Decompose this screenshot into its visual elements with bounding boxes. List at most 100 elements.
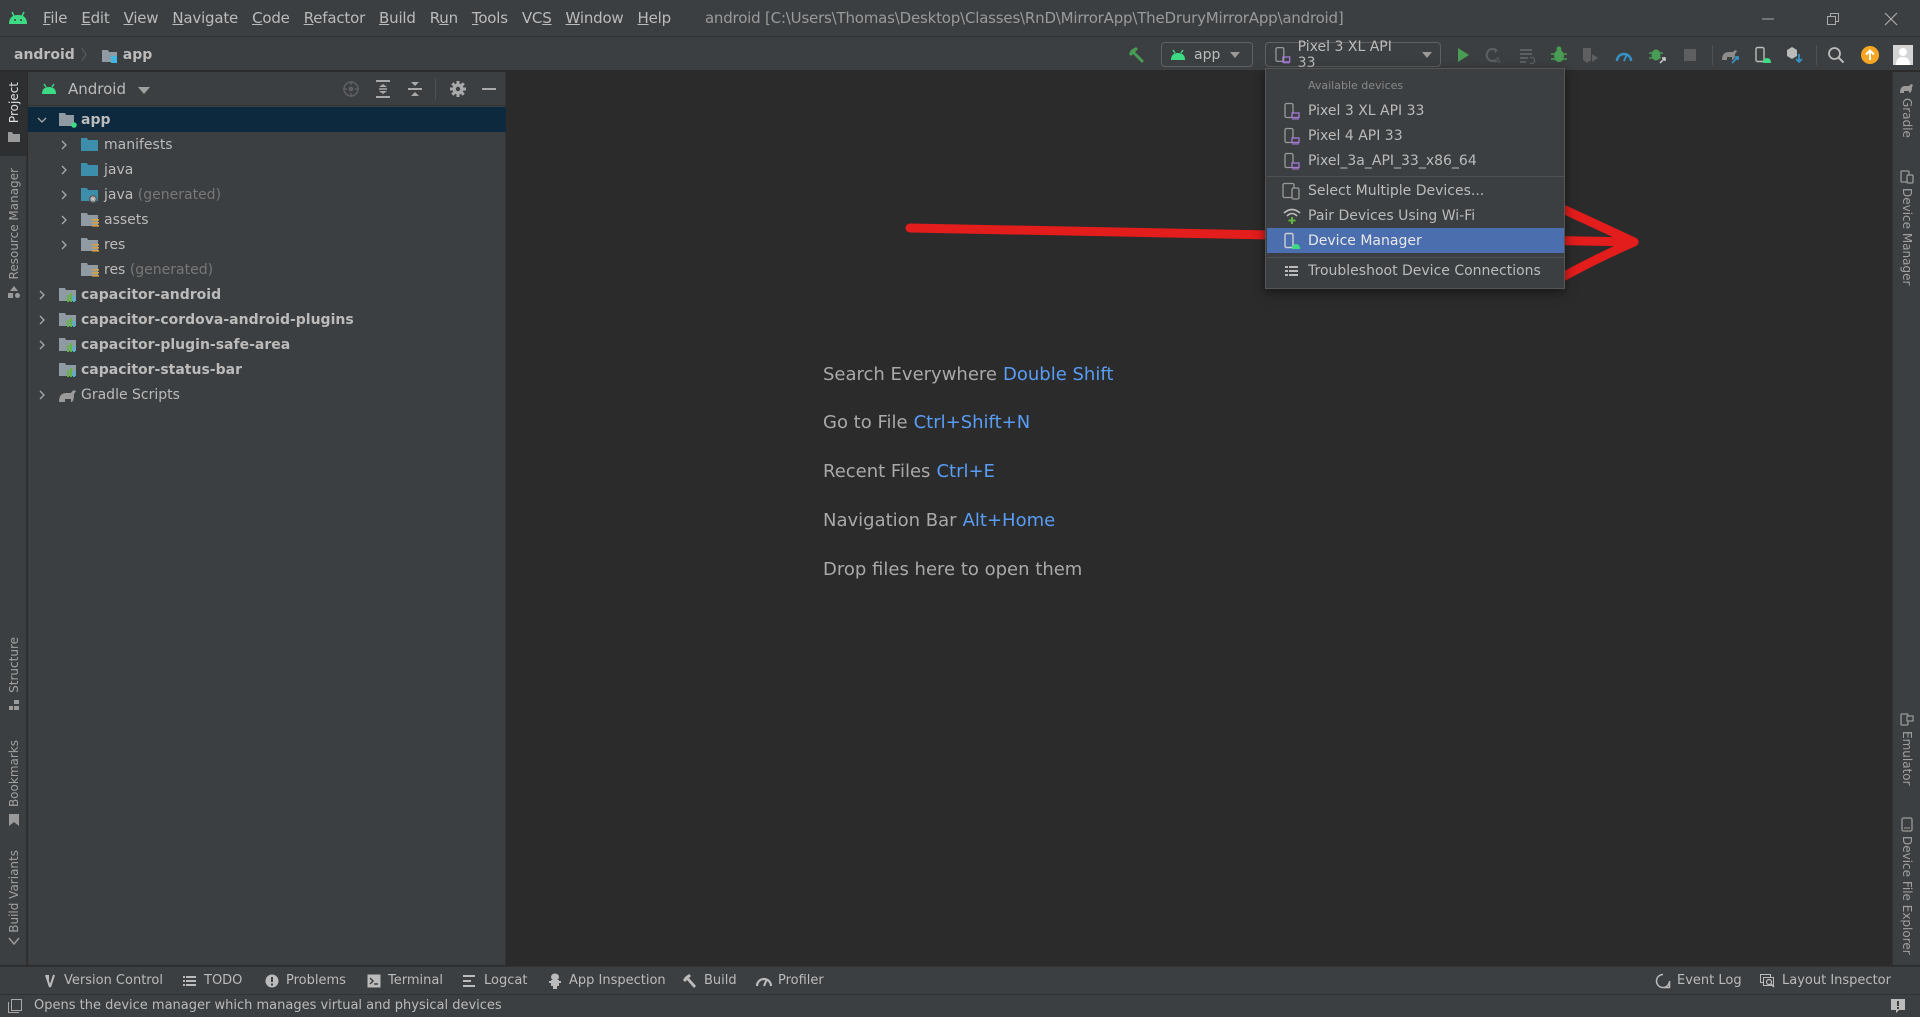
tool-tab-resource-manager[interactable]: Resource Manager: [0, 168, 27, 378]
chevron-right-icon[interactable]: [58, 139, 70, 151]
tree-node-assets[interactable]: assets: [28, 207, 506, 232]
device-option-pixel-3-xl-api-33[interactable]: Pixel 3 XL API 33: [1266, 98, 1564, 123]
chevron-right-icon[interactable]: [58, 189, 70, 201]
tree-node-capacitor-status-bar[interactable]: capacitor-status-bar: [28, 357, 506, 382]
attach-debugger-button[interactable]: [1647, 45, 1667, 65]
menu-run[interactable]: Run: [430, 9, 458, 27]
tool-button-terminal[interactable]: Terminal: [366, 973, 443, 988]
pair-devices-wifi-item[interactable]: Pair Devices Using Wi-Fi: [1266, 203, 1564, 228]
tool-tab-label: Gradle: [1900, 98, 1914, 138]
minimize-icon: [1762, 18, 1774, 19]
search-everywhere-button[interactable]: [1826, 45, 1846, 65]
minimize-panel-icon[interactable]: [482, 88, 496, 91]
profile-button[interactable]: [1614, 45, 1634, 65]
account-button[interactable]: [1893, 45, 1913, 65]
tool-tab-project[interactable]: Project: [0, 72, 27, 156]
window-title: android [C:\Users\Thomas\Desktop\Classes…: [704, 9, 1344, 27]
tree-node-capacitor-android[interactable]: capacitor-android: [28, 282, 506, 307]
sdk-manager-button[interactable]: [1784, 45, 1804, 65]
editor-empty-area[interactable]: Search Everywhere Double Shift Go to File…: [507, 72, 1891, 965]
tool-tab-bookmarks[interactable]: Bookmarks: [0, 740, 27, 860]
bookmark-icon: [8, 814, 19, 827]
menu-view[interactable]: View: [124, 9, 159, 27]
menu-code[interactable]: Code: [252, 9, 290, 27]
chevron-right-icon[interactable]: [58, 214, 70, 226]
tool-tab-emulator[interactable]: Emulator: [1893, 713, 1920, 803]
tool-tab-device-file-explorer[interactable]: Device File Explorer: [1893, 817, 1920, 967]
menu-navigate[interactable]: Navigate: [172, 9, 238, 27]
tool-button-app-inspection[interactable]: App Inspection: [547, 973, 666, 989]
device-selector-dropdown[interactable]: Pixel 3 XL API 33: [1265, 39, 1441, 71]
menu-edit[interactable]: Edit: [81, 9, 109, 27]
gear-icon[interactable]: [449, 80, 467, 98]
device-manager-item[interactable]: Device Manager: [1267, 228, 1564, 253]
project-view-mode-dropdown[interactable]: Android: [68, 80, 126, 98]
close-window-button[interactable]: [1868, 0, 1914, 37]
chevron-down-icon[interactable]: [138, 87, 150, 94]
restore-button[interactable]: [1810, 0, 1856, 37]
tool-button-logcat[interactable]: Logcat: [462, 973, 527, 988]
tree-node-label: capacitor-status-bar: [81, 361, 242, 378]
debug-button[interactable]: [1549, 45, 1569, 65]
tree-node-res[interactable]: res: [28, 232, 506, 257]
chevron-right-icon[interactable]: [36, 289, 48, 301]
tree-node-gradle-scripts[interactable]: Gradle Scripts: [28, 382, 506, 407]
make-project-button[interactable]: [1127, 45, 1147, 65]
tool-button-build[interactable]: Build: [682, 973, 737, 988]
feedback-icon[interactable]: [1890, 998, 1906, 1014]
chevron-right-icon[interactable]: [36, 314, 48, 326]
toggle-tool-windows-icon[interactable]: [8, 999, 22, 1013]
troubleshoot-connections-item[interactable]: Troubleshoot Device Connections: [1266, 258, 1564, 283]
expand-all-icon[interactable]: [375, 80, 391, 98]
tool-button-version-control[interactable]: Version Control: [42, 973, 163, 988]
device-option-pixel-3a-api-33-x86-64[interactable]: Pixel_3a_API_33_x86_64: [1266, 148, 1564, 173]
stop-button[interactable]: [1680, 45, 1700, 65]
update-button[interactable]: [1860, 45, 1880, 65]
tool-tab-device-manager[interactable]: Device Manager: [1893, 170, 1920, 360]
menu-file[interactable]: File: [43, 9, 68, 27]
chevron-right-icon[interactable]: [36, 339, 48, 351]
tree-node-capacitor-plugin-safe-area[interactable]: capacitor-plugin-safe-area: [28, 332, 506, 357]
tree-node-manifests[interactable]: manifests: [28, 132, 506, 157]
menu-vcs[interactable]: VCS: [522, 9, 552, 27]
device-manager-toolbar-button[interactable]: [1753, 45, 1773, 65]
device-option-pixel-4-api-33[interactable]: Pixel 4 API 33: [1266, 123, 1564, 148]
tree-node-res-generated[interactable]: res (generated): [28, 257, 506, 282]
tool-button-problems[interactable]: Problems: [264, 973, 346, 988]
tool-button-profiler[interactable]: Profiler: [756, 973, 824, 988]
tool-tab-gradle[interactable]: Gradle: [1893, 82, 1920, 162]
menu-tools[interactable]: Tools: [472, 9, 508, 27]
breadcrumb-app[interactable]: app: [123, 47, 153, 63]
chevron-down-icon[interactable]: [36, 114, 48, 126]
chevron-right-icon[interactable]: [36, 389, 48, 401]
tree-node-capacitor-cordova-android-plugins[interactable]: capacitor-cordova-android-plugins: [28, 307, 506, 332]
tool-tab-label: Structure: [6, 637, 21, 693]
run-with-coverage-button[interactable]: [1580, 45, 1600, 65]
menu-refactor[interactable]: Refactor: [304, 9, 366, 27]
run-configuration-dropdown[interactable]: app: [1161, 42, 1253, 67]
breadcrumb-android[interactable]: android: [14, 47, 75, 63]
tree-node-java[interactable]: java: [28, 157, 506, 182]
apply-changes-button[interactable]: A: [1483, 45, 1503, 65]
tree-node-java-generated[interactable]: java (generated): [28, 182, 506, 207]
select-multiple-devices-item[interactable]: Select Multiple Devices...: [1266, 178, 1564, 203]
tree-node-app[interactable]: app: [28, 107, 506, 132]
wifi-pair-icon: [1283, 208, 1301, 224]
apply-code-changes-icon: [1520, 49, 1536, 64]
menu-help[interactable]: Help: [638, 9, 672, 27]
apply-code-changes-button[interactable]: [1517, 45, 1537, 65]
chevron-right-icon[interactable]: [58, 164, 70, 176]
tool-button-event-log[interactable]: Event Log: [1655, 973, 1742, 988]
tool-tab-build-variants[interactable]: Build Variants: [0, 850, 27, 965]
chevron-right-icon[interactable]: [58, 239, 70, 251]
account-avatar-icon: [1893, 45, 1913, 65]
menu-build[interactable]: Build: [379, 9, 416, 27]
tool-button-todo[interactable]: TODO: [182, 973, 242, 988]
collapse-all-icon[interactable]: [407, 80, 423, 98]
run-button[interactable]: [1453, 45, 1473, 65]
minimize-button[interactable]: [1745, 0, 1791, 37]
locate-file-icon[interactable]: [342, 80, 360, 98]
tool-button-layout-inspector[interactable]: Layout Inspector: [1760, 973, 1891, 988]
menu-window[interactable]: Window: [566, 9, 624, 27]
sync-gradle-button[interactable]: [1720, 45, 1740, 65]
